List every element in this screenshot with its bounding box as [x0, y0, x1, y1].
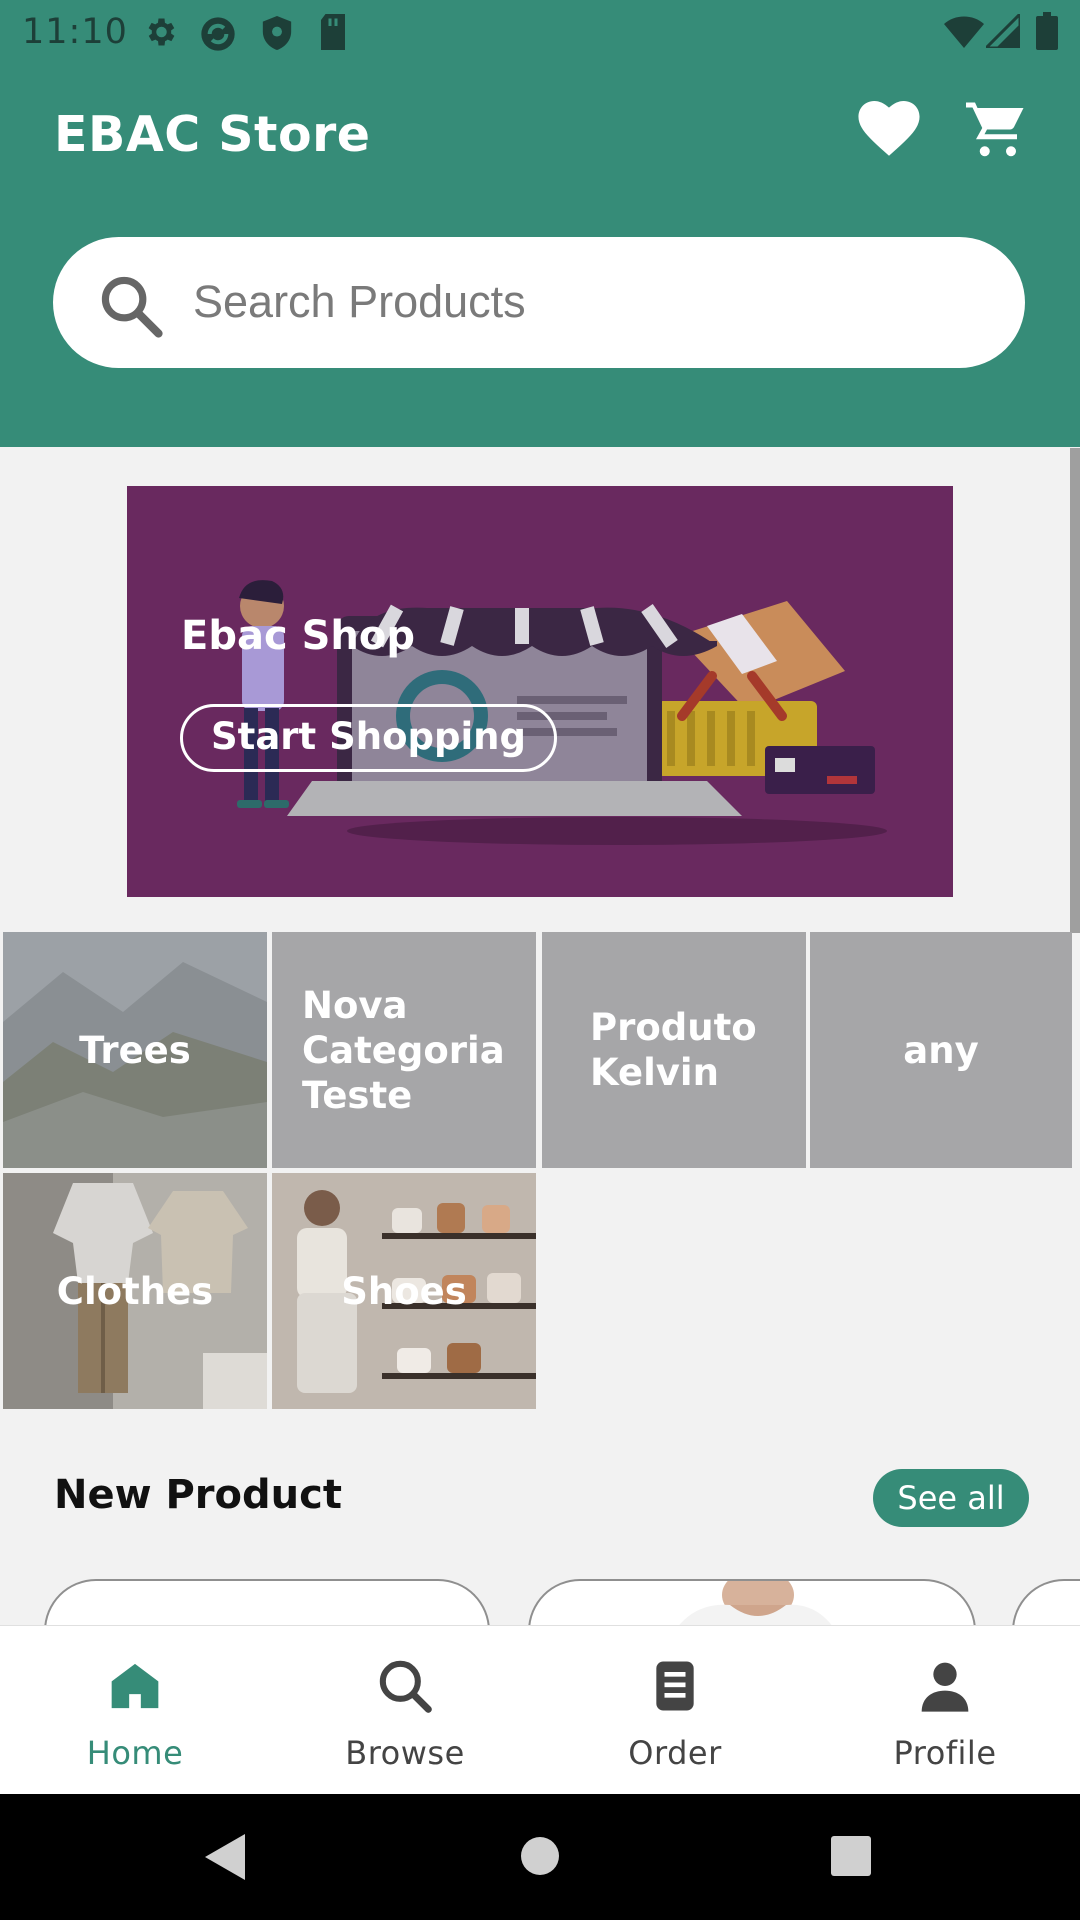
promo-banner[interactable]: Ebac Shop Start Shopping [127, 486, 953, 897]
status-time: 11:10 [22, 12, 128, 52]
order-icon [656, 1661, 694, 1711]
banner-title: Ebac Shop [181, 613, 415, 659]
recents-icon[interactable] [831, 1836, 871, 1876]
category-tile-nova-categoria-teste[interactable]: Nova Categoria Teste [272, 932, 536, 1168]
profile-icon [921, 1662, 969, 1712]
nav-label: Order [628, 1734, 722, 1772]
sync-icon [201, 17, 235, 51]
nav-label: Browse [345, 1734, 465, 1772]
scrollbar[interactable] [1070, 448, 1080, 933]
search-icon [379, 1660, 432, 1713]
app-header: 11:10 EBAC Store [0, 0, 1080, 447]
bottom-navigation: Home Browse Order Profile [0, 1625, 1080, 1794]
nav-item-browse[interactable]: Browse [270, 1626, 540, 1795]
shield-icon [262, 16, 292, 50]
battery-icon [1036, 12, 1058, 50]
category-label: Shoes [341, 1269, 467, 1313]
settings-icon [148, 18, 175, 46]
category-tile-produto-kelvin[interactable]: Produto Kelvin [542, 932, 806, 1168]
category-label: Clothes [56, 1269, 214, 1313]
shop-illustration [237, 580, 887, 845]
cart-icon[interactable] [966, 100, 1026, 160]
system-navigation-bar [0, 1794, 1080, 1920]
search-input[interactable] [193, 269, 973, 335]
category-label: Trees [79, 1028, 191, 1072]
nav-label: Profile [893, 1734, 997, 1772]
section-title: New Product [54, 1472, 342, 1518]
app-title: EBAC Store [54, 106, 371, 163]
category-tile-trees[interactable]: Trees [3, 932, 267, 1168]
wifi-icon [944, 16, 984, 48]
home-icon [111, 1663, 159, 1709]
nav-item-profile[interactable]: Profile [810, 1626, 1080, 1795]
category-label: any [903, 1028, 979, 1072]
nav-label: Home [86, 1734, 184, 1772]
category-tile-any[interactable]: any [810, 932, 1072, 1168]
search-icon [101, 276, 163, 338]
category-label: Produto Kelvin [590, 1006, 757, 1094]
status-bar: 11:10 [0, 0, 1080, 66]
cell-signal-icon [986, 14, 1020, 48]
category-tile-clothes[interactable]: Clothes [3, 1173, 267, 1409]
sd-card-icon [321, 14, 345, 50]
category-label: Nova Categoria Teste [302, 983, 505, 1117]
home-screen: 11:10 EBAC Store Search Products Ebac Sh… [0, 0, 1080, 1920]
back-icon[interactable] [205, 1834, 245, 1880]
see-all-button[interactable]: See all [873, 1469, 1029, 1527]
nav-item-order[interactable]: Order [540, 1626, 810, 1795]
nav-item-home[interactable]: Home [0, 1626, 270, 1795]
category-tile-shoes[interactable]: Shoes [272, 1173, 536, 1409]
heart-icon[interactable] [858, 101, 920, 157]
home-circle-icon[interactable] [520, 1836, 560, 1876]
start-shopping-button[interactable]: Start Shopping [180, 704, 557, 772]
search-bar[interactable] [53, 237, 1025, 368]
